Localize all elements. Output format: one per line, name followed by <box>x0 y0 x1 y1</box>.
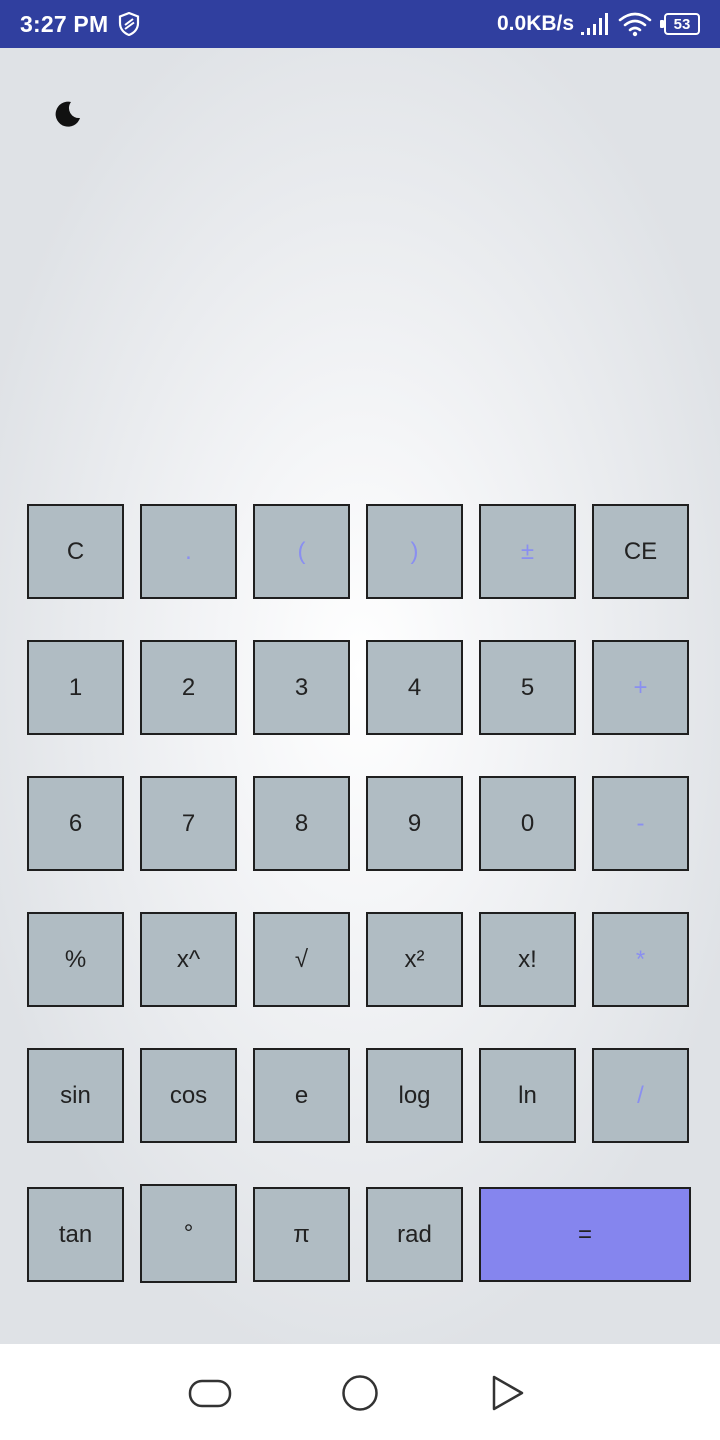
divide-button[interactable]: / <box>592 1048 689 1143</box>
power-button[interactable]: x^ <box>140 912 237 1007</box>
log-button[interactable]: log <box>366 1048 463 1143</box>
close-paren-button[interactable]: ) <box>366 504 463 599</box>
6-button[interactable]: 6 <box>27 776 124 871</box>
clear-button[interactable]: C <box>27 504 124 599</box>
sin-button[interactable]: sin <box>27 1048 124 1143</box>
signal-icon <box>581 13 608 35</box>
minus-button[interactable]: - <box>592 776 689 871</box>
decimal-button[interactable]: . <box>140 504 237 599</box>
3-button[interactable]: 3 <box>253 640 350 735</box>
euler-button[interactable]: e <box>253 1048 350 1143</box>
plus-button[interactable]: + <box>592 640 689 735</box>
home-icon[interactable] <box>338 1374 382 1414</box>
degree-button[interactable]: ° <box>140 1184 237 1283</box>
recents-icon[interactable] <box>188 1374 232 1414</box>
battery-icon: 53 <box>660 13 702 35</box>
2-button[interactable]: 2 <box>140 640 237 735</box>
7-button[interactable]: 7 <box>140 776 237 871</box>
ln-button[interactable]: ln <box>479 1048 576 1143</box>
moon-icon[interactable] <box>50 96 86 132</box>
status-bar: 3:27 PM 0.0KB/s 53 <box>0 0 720 48</box>
8-button[interactable]: 8 <box>253 776 350 871</box>
0-button[interactable]: 0 <box>479 776 576 871</box>
wifi-icon <box>618 12 652 37</box>
cos-button[interactable]: cos <box>140 1048 237 1143</box>
pi-button[interactable]: π <box>253 1187 350 1282</box>
battery-level: 53 <box>664 13 700 35</box>
rad-button[interactable]: rad <box>366 1187 463 1282</box>
factorial-button[interactable]: x! <box>479 912 576 1007</box>
9-button[interactable]: 9 <box>366 776 463 871</box>
equals-button[interactable]: = <box>479 1187 691 1282</box>
5-button[interactable]: 5 <box>479 640 576 735</box>
multiply-button[interactable]: * <box>592 912 689 1007</box>
navigation-bar <box>0 1344 720 1440</box>
clear-entry-button[interactable]: CE <box>592 504 689 599</box>
4-button[interactable]: 4 <box>366 640 463 735</box>
tan-button[interactable]: tan <box>27 1187 124 1282</box>
square-button[interactable]: x² <box>366 912 463 1007</box>
back-icon[interactable] <box>486 1374 530 1414</box>
status-time: 3:27 PM <box>20 11 109 37</box>
sqrt-button[interactable]: √ <box>253 912 350 1007</box>
percent-button[interactable]: % <box>27 912 124 1007</box>
shield-icon <box>118 12 140 36</box>
open-paren-button[interactable]: ( <box>253 504 350 599</box>
calculator-app: C.() ± CE 1 2 3 4 5 +6 7 8 9 0-% x^ √ x² x! * sin cos e log ln… <box>0 48 720 1344</box>
network-speed: 0.0KB/s <box>497 12 575 35</box>
plus-minus-button[interactable]: ± <box>479 504 576 599</box>
1-button[interactable]: 1 <box>27 640 124 735</box>
